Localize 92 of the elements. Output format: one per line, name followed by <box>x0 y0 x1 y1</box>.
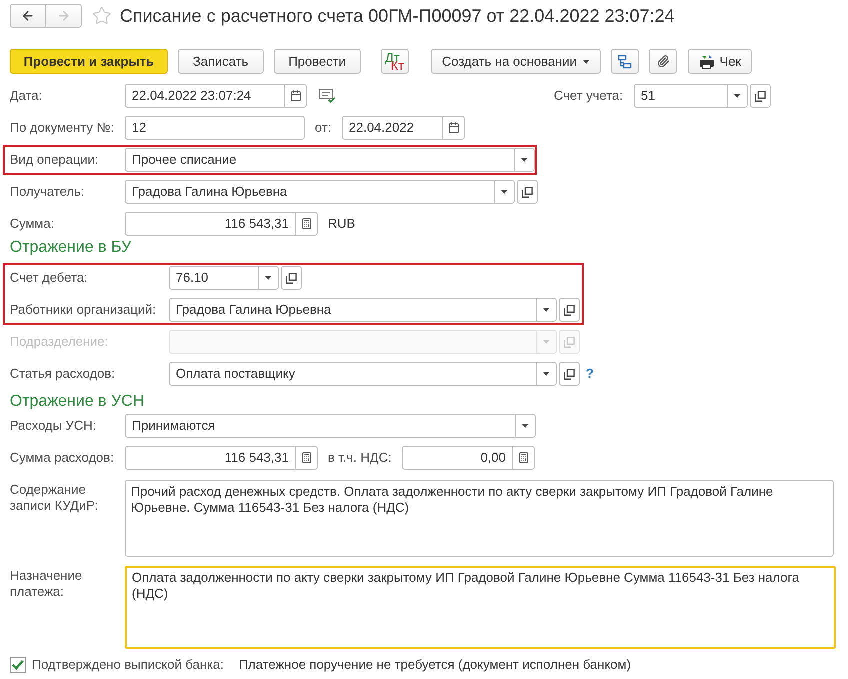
field-label: По документу №: <box>10 120 114 135</box>
open-icon <box>564 304 575 316</box>
toolbar-button[interactable]: Провести <box>274 49 362 74</box>
calculator-icon <box>300 452 312 464</box>
receipt-button[interactable]: Чек <box>688 49 752 74</box>
dropdown-button[interactable] <box>537 362 557 386</box>
dropdown-icon <box>734 94 741 98</box>
calculator-button[interactable] <box>513 446 535 470</box>
input-field[interactable]: 22.04.2022 23:07:24 <box>125 84 285 108</box>
attach-button[interactable] <box>649 49 678 74</box>
field-label: Статья расходов: <box>10 366 116 381</box>
create-based-on-button[interactable]: Создать на основании <box>431 49 602 74</box>
input-field[interactable]: 51 <box>634 84 728 108</box>
dropdown-button[interactable] <box>515 148 535 172</box>
open-icon <box>564 368 575 380</box>
dropdown-icon <box>543 308 550 312</box>
document-check-icon[interactable] <box>319 89 336 103</box>
field-label: Сумма: <box>10 216 54 231</box>
field-label: Вид операции: <box>10 152 99 167</box>
calculator-icon <box>518 452 530 464</box>
calendar-icon <box>448 122 460 134</box>
open-button[interactable] <box>281 266 302 290</box>
field-label: Назначение платежа: <box>10 568 84 600</box>
currency-label: RUB <box>328 215 356 234</box>
checkbox[interactable] <box>10 656 26 673</box>
field-label: Счет учета: <box>554 88 624 103</box>
dropdown-icon <box>521 158 528 162</box>
back-button[interactable] <box>10 4 46 28</box>
dropdown-icon <box>543 372 550 376</box>
field-label: Счет дебета: <box>10 270 88 285</box>
combo-field[interactable]: Оплата поставщику <box>169 362 537 386</box>
structure-button[interactable] <box>611 49 640 74</box>
payment-note: Платежное поручение не требуется (документ исполнен банком) <box>238 656 632 674</box>
open-icon <box>755 90 766 102</box>
window-title: Списание с расчетного счета 00ГМ-П00097 от 22.04.2022 23:07:24 <box>120 4 675 28</box>
printer-icon <box>698 54 715 68</box>
dropdown-icon <box>501 190 508 194</box>
calculator-button[interactable] <box>296 212 318 236</box>
calculator-icon <box>300 218 312 230</box>
combo-field[interactable]: Принимаются <box>125 414 516 438</box>
hierarchy-icon <box>618 54 632 68</box>
field-label: в т.ч. НДС: <box>328 450 392 465</box>
open-button[interactable] <box>517 180 538 204</box>
favorite-star-icon[interactable] <box>92 6 112 26</box>
open-icon <box>286 272 297 284</box>
field-label: Дата: <box>10 88 42 103</box>
forward-icon <box>56 9 70 23</box>
dropdown-icon <box>265 276 272 280</box>
dropdown-button[interactable] <box>728 84 748 108</box>
open-button[interactable] <box>750 84 771 108</box>
dropdown-button[interactable] <box>259 266 279 290</box>
input-field[interactable]: 22.04.2022 <box>342 116 443 140</box>
calendar-icon <box>290 90 302 102</box>
open-icon <box>522 186 533 198</box>
open-icon <box>564 336 575 348</box>
back-icon <box>21 9 35 23</box>
section-heading: Отражение в УСН <box>10 392 146 412</box>
calculator-button[interactable] <box>296 446 318 470</box>
dropdown-icon <box>543 340 550 344</box>
text-area[interactable]: Прочий расход денежных средств. Оплата задолженности по акту сверки закрытому ИП Градовой Галине Юрьевне. Сумма 116543-31 Без налога (НДС) <box>125 480 834 557</box>
section-heading: Отражение в БУ <box>10 238 133 258</box>
combo-field[interactable]: 76.10 <box>169 266 259 290</box>
text-area[interactable]: Оплата задолженности по акту сверки закрытому ИП Градовой Галине Юрьевне Сумма 116543-31 Без налога (НДС) <box>125 566 836 649</box>
dropdown-button[interactable] <box>495 180 515 204</box>
checkbox-label: Подтверждено выпиской банка: <box>32 656 224 674</box>
dropdown-button[interactable] <box>537 298 557 322</box>
field-label: Работники организаций: <box>10 302 156 317</box>
field-label: Сумма расходов: <box>10 450 114 465</box>
open-button[interactable] <box>559 298 580 322</box>
combo-field[interactable]: Градова Галина Юрьевна <box>169 298 537 322</box>
input-field[interactable]: 116 543,31 <box>125 212 296 236</box>
input-field[interactable]: 0,00 <box>402 446 513 470</box>
input-field[interactable]: 12 <box>125 116 305 140</box>
toolbar-button[interactable]: Записать <box>178 49 264 74</box>
open-button[interactable] <box>559 362 580 386</box>
calendar-button[interactable] <box>443 116 465 140</box>
field-label: Получатель: <box>10 184 85 199</box>
field-label: Расходы УСН: <box>10 418 96 433</box>
dropdown-icon <box>522 424 529 428</box>
field-label: Подразделение: <box>10 334 108 349</box>
calendar-button[interactable] <box>285 84 307 108</box>
dropdown-button[interactable] <box>516 414 536 438</box>
combo-field[interactable]: Градова Галина Юрьевна <box>125 180 495 204</box>
input-field[interactable]: 116 543,31 <box>125 446 296 470</box>
check-icon <box>12 660 24 670</box>
post-and-close-button[interactable]: Провести и закрыть <box>10 49 168 74</box>
combo-field[interactable]: Прочее списание <box>125 148 515 172</box>
field-label: Содержание записи КУДиР: <box>10 482 100 514</box>
help-link[interactable]: ? <box>586 364 594 384</box>
field-label: от: <box>315 120 332 135</box>
paperclip-icon <box>656 55 670 68</box>
dropdown-icon <box>583 60 590 64</box>
